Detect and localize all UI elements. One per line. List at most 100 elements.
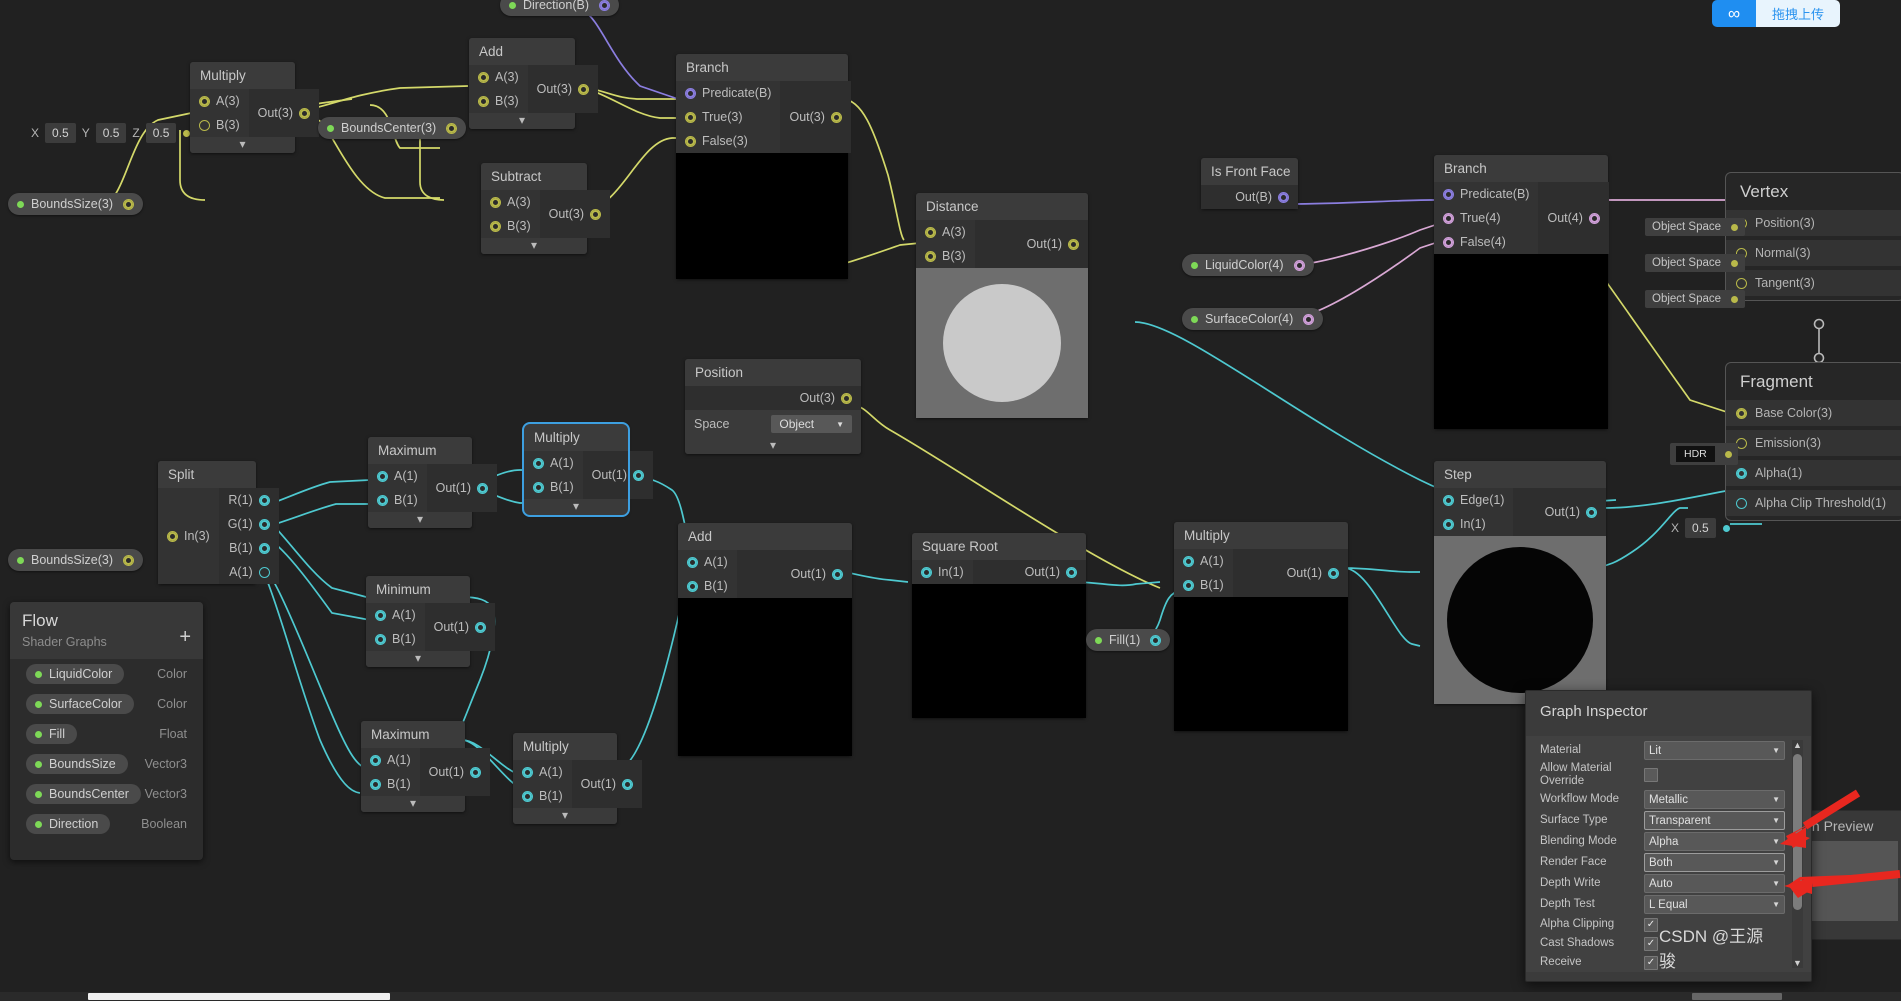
port-dot[interactable]	[533, 457, 544, 469]
inspector-row-allow-material-override[interactable]: Allow Material Override	[1526, 761, 1811, 789]
node-add-top[interactable]: Add A(3) B(3) Out(3)	[469, 38, 599, 129]
workflow-mode-dropdown[interactable]: Metallic ▼	[1644, 790, 1785, 809]
horizontal-scrollbar[interactable]	[0, 992, 1901, 1001]
port-dot[interactable]	[578, 83, 590, 95]
port-dot[interactable]	[687, 580, 698, 592]
node-minimum-1[interactable]: Minimum A(1) B(1) Out(1)	[366, 576, 496, 667]
port-dot[interactable]	[925, 250, 936, 262]
hdr-tag-emission[interactable]: HDR	[1670, 443, 1738, 465]
property-output-port[interactable]	[446, 122, 458, 134]
property-node-fill[interactable]: Fill(1)	[1086, 629, 1171, 651]
node-branch-top[interactable]: Branch Predicate(B) True(3) False(3) Out…	[676, 54, 851, 279]
node-distance[interactable]: Distance A(3) B(3) Out(1)	[916, 193, 1088, 418]
port-dot[interactable]	[475, 621, 487, 633]
inspector-row-blending-mode[interactable]: Blending Mode Alpha ▼	[1526, 831, 1811, 852]
inspector-row-depth-test[interactable]: Depth Test L Equal ▼	[1526, 894, 1811, 915]
blackboard-panel[interactable]: Flow Shader Graphs + LiquidColor Color Su…	[10, 602, 203, 860]
list-item[interactable]: BoundsSize Vector3	[10, 749, 203, 779]
property-node-liquidcolor[interactable]: LiquidColor(4)	[1182, 254, 1314, 276]
port-dot[interactable]	[830, 111, 842, 123]
vector3-inline-field[interactable]: X 0.5 Y 0.5 Z 0.5	[28, 123, 191, 143]
port-dot[interactable]	[375, 633, 386, 645]
port-dot[interactable]	[1278, 191, 1289, 203]
port-dot[interactable]	[258, 494, 270, 506]
port-dot[interactable]	[685, 111, 696, 123]
port-dot[interactable]	[258, 518, 270, 530]
node-subtract-top[interactable]: Subtract A(3) B(3) Out(3)	[481, 163, 611, 254]
node-expander[interactable]	[513, 808, 617, 824]
port-dot[interactable]	[258, 542, 270, 554]
port-dot[interactable]	[1736, 407, 1747, 419]
port-dot[interactable]	[1183, 579, 1194, 591]
property-output-port[interactable]	[599, 0, 610, 11]
port-dot[interactable]	[1736, 497, 1747, 509]
node-expander[interactable]	[366, 651, 470, 667]
port-dot[interactable]	[375, 609, 386, 621]
port-dot[interactable]	[370, 754, 381, 766]
node-expander[interactable]	[368, 512, 472, 528]
node-square-root[interactable]: Square Root In(1) Out(1)	[912, 533, 1086, 718]
port-dot[interactable]	[377, 470, 388, 482]
surface-type-dropdown[interactable]: Transparent ▼	[1644, 811, 1785, 830]
port-dot[interactable]	[470, 766, 482, 778]
main-preview-viewport[interactable]	[1799, 841, 1898, 921]
port-dot[interactable]	[685, 87, 696, 99]
node-multiply-low[interactable]: Multiply A(1) B(1) Out(1)	[513, 733, 643, 824]
property-node-direction[interactable]: Direction(B)	[500, 0, 619, 16]
property-output-port[interactable]	[123, 554, 134, 566]
node-expander[interactable]	[190, 137, 295, 153]
node-expander[interactable]	[685, 438, 861, 454]
allow-material-override-checkbox[interactable]	[1644, 768, 1658, 782]
clip-value-x[interactable]: 0.5	[1685, 518, 1716, 538]
port-dot[interactable]	[1443, 188, 1454, 200]
property-output-port[interactable]	[1293, 259, 1305, 271]
receive-checkbox[interactable]: ✓	[1644, 955, 1658, 970]
node-maximum-2[interactable]: Maximum A(1) B(1) Out(1)	[361, 721, 491, 812]
vec-value-x[interactable]: 0.5	[45, 123, 76, 143]
depth-test-dropdown[interactable]: L Equal ▼	[1644, 895, 1785, 914]
port-dot[interactable]	[1736, 277, 1747, 289]
render-face-dropdown[interactable]: Both ▼	[1644, 853, 1785, 872]
node-multiply-top[interactable]: Multiply A(3) B(3) Out(3)	[190, 62, 320, 153]
clip-output-port[interactable]	[1722, 524, 1730, 532]
node-expander[interactable]	[524, 499, 628, 515]
property-node-surfacecolor[interactable]: SurfaceColor(4)	[1182, 308, 1324, 330]
port-dot[interactable]	[1183, 555, 1194, 567]
property-node-boundssize-a[interactable]: BoundsSize(3)	[8, 193, 143, 215]
port-dot[interactable]	[1586, 506, 1597, 518]
node-branch-right[interactable]: Branch Predicate(B) True(4) False(4) Out…	[1434, 155, 1609, 429]
port-dot[interactable]	[1328, 567, 1339, 579]
scrollbar-thumb-secondary[interactable]	[1692, 993, 1782, 1000]
node-maximum-1[interactable]: Maximum A(1) B(1) Out(1)	[368, 437, 498, 528]
port-dot[interactable]	[533, 481, 544, 493]
port-dot[interactable]	[199, 119, 210, 131]
port-dot[interactable]	[522, 790, 533, 802]
port-dot[interactable]	[1588, 212, 1600, 224]
alpha-clipping-checkbox[interactable]: ✓	[1644, 917, 1658, 932]
vec-value-z[interactable]: 0.5	[145, 123, 177, 143]
blending-mode-dropdown[interactable]: Alpha ▼	[1644, 832, 1785, 851]
port-dot[interactable]	[687, 556, 698, 568]
port-dot[interactable]	[590, 208, 602, 220]
node-position[interactable]: Position Out(3) Space Object ▼	[685, 359, 861, 454]
inspector-row-surface-type[interactable]: Surface Type Transparent ▼	[1526, 810, 1811, 831]
alpha-clip-threshold-field[interactable]: X 0.5	[1668, 518, 1730, 538]
scroll-down-icon[interactable]: ▼	[1793, 958, 1802, 968]
port-dot[interactable]	[377, 494, 388, 506]
property-output-port[interactable]	[1303, 313, 1315, 325]
inspector-row-render-face[interactable]: Render Face Both ▼	[1526, 852, 1811, 873]
port-dot[interactable]	[258, 566, 270, 578]
node-is-front-face[interactable]: Is Front Face Out(B)	[1201, 158, 1298, 209]
list-item[interactable]: BoundsCenter Vector3	[10, 779, 203, 809]
inspector-scrollbar[interactable]: ▲ ▼	[1792, 740, 1803, 968]
material-dropdown[interactable]: Lit ▼	[1644, 741, 1785, 760]
port-dot[interactable]	[1443, 236, 1454, 248]
node-split[interactable]: Split In(3) R(1) G(1) B(1) A(1)	[158, 461, 279, 584]
tag-port[interactable]	[1731, 223, 1739, 231]
inspector-row-material[interactable]: Material Lit ▼	[1526, 740, 1811, 761]
port-dot[interactable]	[299, 107, 311, 119]
node-expander[interactable]	[469, 113, 575, 129]
port-dot[interactable]	[921, 566, 932, 578]
port-dot[interactable]	[490, 196, 501, 208]
node-expander[interactable]	[361, 796, 465, 812]
